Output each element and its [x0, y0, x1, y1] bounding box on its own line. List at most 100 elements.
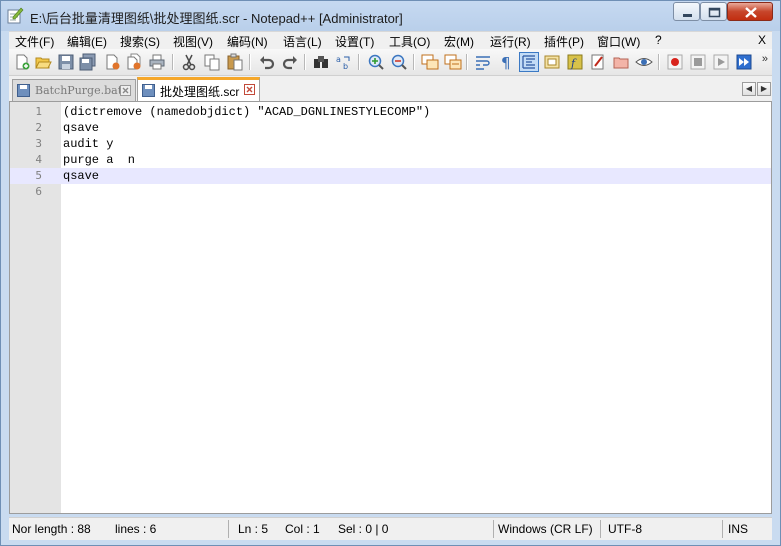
line-text: purge a n [63, 153, 136, 167]
open-file-icon[interactable] [34, 53, 52, 71]
line-number: 1 [35, 105, 42, 118]
tab-scroll-right-button[interactable]: ▶ [757, 82, 771, 96]
editor-line[interactable]: 2 qsave [10, 120, 771, 136]
minimize-button[interactable] [673, 2, 700, 21]
toolbar-separator [358, 54, 360, 70]
menu-help[interactable]: ? [655, 33, 662, 47]
menu-settings[interactable]: 设置(T) [335, 33, 374, 50]
menu-macro[interactable]: 宏(M) [444, 33, 474, 50]
file-saved-icon [142, 84, 155, 97]
document-map-icon[interactable] [543, 53, 561, 71]
menu-search[interactable]: 搜索(S) [120, 33, 160, 50]
replace-icon[interactable]: ab [335, 53, 353, 71]
tab-label: 批处理图纸.scr [160, 85, 240, 99]
status-bar: Nor length : 88 lines : 6 Ln : 5 Col : 1… [9, 517, 772, 540]
line-number: 5 [35, 169, 42, 182]
status-divider [493, 520, 494, 538]
sync-vertical-icon[interactable] [421, 53, 439, 71]
editor-line[interactable]: 1 (dictremove (namedobjdict) "ACAD_DGNLI… [10, 104, 771, 120]
toolbar-separator [304, 54, 306, 70]
doc-monitor-icon[interactable] [589, 53, 607, 71]
save-icon[interactable] [57, 53, 75, 71]
editor-line[interactable]: 3 audit y [10, 136, 771, 152]
toolbar-separator [172, 54, 174, 70]
close-tab-icon[interactable] [244, 84, 255, 95]
record-macro-icon[interactable] [666, 53, 684, 71]
toolbar-separator [249, 54, 251, 70]
close-icon [745, 7, 757, 18]
title-bar[interactable]: E:\后台批量清理图纸\批处理图纸.scr - Notepad++ [Admin… [1, 1, 780, 31]
status-length: Nor length : 88 [12, 522, 91, 536]
editor-line-current[interactable]: 5 qsave [10, 168, 771, 184]
indent-guide-icon[interactable] [519, 52, 539, 72]
menu-run[interactable]: 运行(R) [490, 33, 531, 50]
notepadpp-window: E:\后台批量清理图纸\批处理图纸.scr - Notepad++ [Admin… [0, 0, 781, 546]
redo-icon[interactable] [281, 53, 299, 71]
line-text: audit y [63, 137, 114, 151]
line-text: qsave [63, 121, 100, 135]
zoom-out-icon[interactable] [390, 53, 408, 71]
close-all-icon[interactable] [125, 53, 143, 71]
menu-file[interactable]: 文件(F) [15, 33, 54, 50]
menu-tools[interactable]: 工具(O) [389, 33, 430, 50]
close-tab-icon[interactable] [120, 85, 131, 96]
editor-area[interactable]: 1 (dictremove (namedobjdict) "ACAD_DGNLI… [9, 101, 772, 514]
maximize-icon [708, 7, 721, 18]
close-icon[interactable] [103, 53, 121, 71]
tab-batch-script[interactable]: 批处理图纸.scr [137, 77, 260, 101]
line-number: 4 [35, 153, 42, 166]
menu-encoding[interactable]: 编码(N) [227, 33, 268, 50]
new-file-icon[interactable] [13, 53, 31, 71]
toolbar: ab ¶ f » [9, 49, 772, 76]
cut-icon[interactable] [180, 53, 198, 71]
status-encoding[interactable]: UTF-8 [608, 522, 642, 536]
status-eol[interactable]: Windows (CR LF) [498, 522, 593, 536]
menu-edit[interactable]: 编辑(E) [67, 33, 107, 50]
menu-language[interactable]: 语言(L) [283, 33, 322, 50]
find-icon[interactable] [312, 53, 330, 71]
menu-plugins[interactable]: 插件(P) [544, 33, 584, 50]
status-ln: Ln : 5 [238, 522, 269, 536]
file-saved-icon [17, 84, 30, 97]
status-col: Col : 1 [285, 522, 320, 536]
tab-batchpurge[interactable]: BatchPurge.bat [12, 79, 136, 101]
line-number: 3 [35, 137, 42, 150]
editor-line[interactable]: 4 purge a n [10, 152, 771, 168]
zoom-in-icon[interactable] [367, 53, 385, 71]
word-wrap-icon[interactable] [474, 53, 492, 71]
status-divider [600, 520, 601, 538]
copy-icon[interactable] [203, 53, 221, 71]
window-title: E:\后台批量清理图纸\批处理图纸.scr - Notepad++ [Admin… [30, 11, 403, 26]
toolbar-separator [466, 54, 468, 70]
menu-view[interactable]: 视图(V) [173, 33, 213, 50]
print-icon[interactable] [148, 53, 166, 71]
menu-window[interactable]: 窗口(W) [597, 33, 640, 50]
status-divider [228, 520, 229, 538]
menu-bar: 文件(F) 编辑(E) 搜索(S) 视图(V) 编码(N) 语言(L) 设置(T… [9, 31, 772, 50]
line-number: 6 [35, 185, 42, 198]
undo-icon[interactable] [258, 53, 276, 71]
eye-icon[interactable] [635, 53, 653, 71]
play-macro-icon[interactable] [712, 53, 730, 71]
function-list-icon[interactable]: f [566, 53, 584, 71]
toolbar-overflow-button[interactable]: » [762, 53, 768, 65]
folder-workspace-icon[interactable] [612, 53, 630, 71]
tab-scroll-left-button[interactable]: ◀ [742, 82, 756, 96]
svg-text:b: b [343, 62, 348, 71]
sync-horizontal-icon[interactable] [444, 53, 462, 71]
line-number: 2 [35, 121, 42, 134]
close-document-button[interactable]: X [758, 33, 766, 47]
save-all-icon[interactable] [79, 53, 97, 71]
show-all-chars-icon[interactable]: ¶ [497, 53, 515, 71]
editor-line[interactable]: 6 [10, 184, 771, 200]
status-insert-mode[interactable]: INS [728, 522, 748, 536]
close-window-button[interactable] [727, 2, 773, 21]
status-sel: Sel : 0 | 0 [338, 522, 389, 536]
svg-text:¶: ¶ [501, 54, 511, 71]
stop-macro-icon[interactable] [689, 53, 707, 71]
paste-icon[interactable] [226, 53, 244, 71]
notepadpp-app-icon [7, 7, 24, 24]
run-macro-multiple-icon[interactable] [735, 53, 753, 71]
maximize-button[interactable] [700, 2, 727, 21]
toolbar-separator [658, 54, 660, 70]
